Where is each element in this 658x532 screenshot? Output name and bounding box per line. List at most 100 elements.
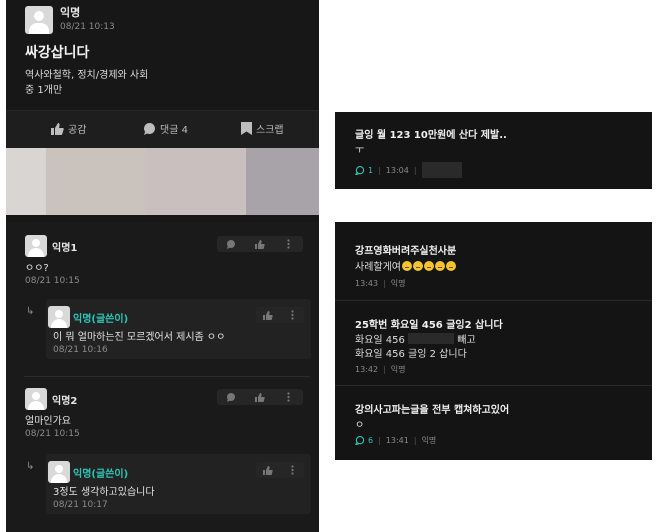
list-item-time: 13:04 bbox=[385, 165, 409, 175]
list-item-body-text: 사례할게여 bbox=[355, 262, 401, 273]
reply-box: 익명(글쓴이) 이 뭐 얼마하는진 모르겠어서 제시좀 ㅇㅇ 08/21 10:… bbox=[46, 299, 311, 359]
comment-time: 08/21 10:15 bbox=[25, 276, 80, 286]
comment-tools bbox=[217, 236, 303, 252]
reply-time: 08/21 10:17 bbox=[53, 500, 108, 510]
list-item-author: 익명 bbox=[421, 436, 437, 445]
comment-count-value: 1 bbox=[368, 165, 374, 175]
comment-time: 08/21 10:15 bbox=[25, 429, 80, 439]
list-item-body: ㅜ bbox=[355, 145, 365, 156]
comment-tools bbox=[217, 389, 303, 405]
list-divider bbox=[335, 385, 652, 386]
more-button[interactable] bbox=[283, 239, 295, 249]
like-icon bbox=[254, 392, 265, 402]
list-item-title[interactable]: 글잉 월 123 10만원에 산다 제발.. bbox=[355, 126, 507, 141]
post-body-line: 역사와철학, 정치/경제와 사회 bbox=[25, 70, 149, 81]
reply-tools bbox=[256, 462, 304, 478]
more-button[interactable] bbox=[286, 310, 298, 320]
comment-author: 익명1 bbox=[52, 243, 78, 254]
avatar-icon bbox=[25, 235, 47, 257]
comment-author: 익명2 bbox=[52, 396, 78, 407]
like-icon bbox=[263, 310, 273, 320]
list-item-meta: 13:43 | 익명 bbox=[355, 279, 406, 288]
like-label: 공감 bbox=[68, 125, 87, 136]
more-icon bbox=[290, 465, 294, 475]
avatar-icon bbox=[25, 388, 47, 410]
emoji-icon bbox=[435, 261, 445, 271]
scrap-button[interactable]: 스크랩 bbox=[241, 121, 284, 136]
redacted-author bbox=[421, 162, 462, 178]
list-item-body: 화요일 456 빼고 bbox=[355, 331, 476, 346]
scrap-label: 스크랩 bbox=[256, 125, 284, 136]
list-item-time: 13:43 bbox=[355, 279, 379, 288]
more-button[interactable] bbox=[286, 465, 298, 475]
list-item-title[interactable]: 강의사고파는글을 전부 캡쳐하고있어 bbox=[355, 401, 509, 416]
list-item-meta: 13:42 | 익명 bbox=[355, 365, 406, 374]
avatar-icon bbox=[48, 306, 70, 328]
comment-icon bbox=[355, 165, 365, 175]
like-icon bbox=[263, 465, 273, 475]
comment-divider bbox=[24, 376, 310, 377]
reply-author: 익명(글쓴이) bbox=[73, 314, 129, 325]
list-item-body: 화요일 456 글잉 2 삽니다 bbox=[355, 349, 467, 360]
like-button[interactable]: 공감 bbox=[51, 121, 86, 136]
redacted-text bbox=[408, 333, 455, 344]
reply-text: 이 뭐 얼마하는진 모르겠어서 제시좀 ㅇㅇ bbox=[53, 332, 226, 343]
comment-count-value: 6 bbox=[368, 436, 374, 445]
blurred-image-strip bbox=[6, 148, 319, 215]
list-divider bbox=[335, 300, 652, 301]
more-icon bbox=[290, 310, 294, 320]
like-button[interactable] bbox=[262, 310, 274, 320]
emoji-icon bbox=[446, 261, 456, 271]
reply-arrow-icon: ↳ bbox=[26, 461, 35, 472]
reply-tools bbox=[256, 307, 304, 323]
list-item-time: 13:41 bbox=[385, 436, 409, 445]
comment-icon bbox=[227, 239, 236, 249]
more-button[interactable] bbox=[283, 392, 295, 402]
like-icon bbox=[51, 122, 64, 135]
post-title: 싸강삽니다 bbox=[25, 45, 90, 61]
comment-button[interactable]: 댓글 4 bbox=[143, 121, 188, 136]
like-button[interactable] bbox=[254, 239, 266, 249]
list-item-meta: 6 | 13:41 | 익명 bbox=[355, 435, 436, 446]
comment-icon bbox=[144, 122, 155, 135]
post-screenshot-panel: 익명 08/21 10:13 싸강삽니다 역사와철학, 정치/경제와 사회 중 … bbox=[6, 0, 319, 532]
list-item-title[interactable]: 25학번 화요일 456 글잉2 삽니다 bbox=[355, 316, 503, 331]
reply-text: 3정도 생각하고있습니다 bbox=[53, 487, 155, 498]
post-time: 08/21 10:13 bbox=[60, 22, 115, 32]
comment-icon bbox=[355, 436, 365, 445]
list-item-body: ㅇ bbox=[355, 420, 365, 431]
list-item-meta: 1 | 13:04 | bbox=[355, 162, 462, 178]
list-item-time: 13:42 bbox=[355, 365, 379, 374]
post-list-card: 글잉 월 123 10만원에 산다 제발.. ㅜ 1 | 13:04 | bbox=[335, 112, 652, 189]
like-button[interactable] bbox=[262, 465, 274, 475]
post-body: 역사와철학, 정치/경제와 사회 중 1개만 bbox=[25, 68, 155, 98]
comment-text: ㅇㅇ? bbox=[25, 263, 49, 274]
more-icon bbox=[287, 239, 290, 249]
reply-arrow-icon: ↳ bbox=[26, 306, 35, 317]
reply-box: 익명(글쓴이) 3정도 생각하고있습니다 08/21 10:17 bbox=[46, 454, 311, 514]
list-item-author: 익명 bbox=[390, 279, 406, 288]
reply-button[interactable] bbox=[225, 239, 237, 249]
reply-button[interactable] bbox=[225, 392, 237, 402]
comment-count-label: 댓글 4 bbox=[160, 125, 188, 136]
post-action-bar: 공감 댓글 4 스크랩 bbox=[6, 110, 319, 148]
comment-count: 6 bbox=[355, 436, 373, 445]
comment-text: 얼마인가요 bbox=[25, 416, 71, 427]
list-item-author: 익명 bbox=[390, 365, 406, 374]
avatar-icon bbox=[25, 6, 53, 34]
emoji-icon bbox=[413, 261, 423, 271]
list-item-title[interactable]: 강프영화버려주실천사분 bbox=[355, 242, 456, 257]
post-list-card: 강프영화버려주실천사분 사례할게여 13:43 | 익명 25학번 화요일 45… bbox=[335, 222, 652, 460]
list-item-body: 사례할게여 bbox=[355, 258, 456, 273]
like-icon bbox=[254, 239, 265, 249]
like-button[interactable] bbox=[254, 392, 266, 402]
post-body-line: 중 1개만 bbox=[25, 85, 63, 96]
emoji-icon bbox=[424, 261, 434, 271]
emoji-icon bbox=[402, 261, 412, 271]
comment-icon bbox=[227, 392, 236, 402]
more-icon bbox=[287, 392, 290, 402]
avatar-icon bbox=[48, 461, 70, 483]
comment-list: 익명1 ㅇㅇ? 08/21 10:15 ↳ 익명(글쓴이) 이 뭐 얼마하는진 … bbox=[6, 222, 319, 532]
post-author: 익명 bbox=[60, 6, 81, 19]
reply-author: 익명(글쓴이) bbox=[73, 469, 129, 480]
